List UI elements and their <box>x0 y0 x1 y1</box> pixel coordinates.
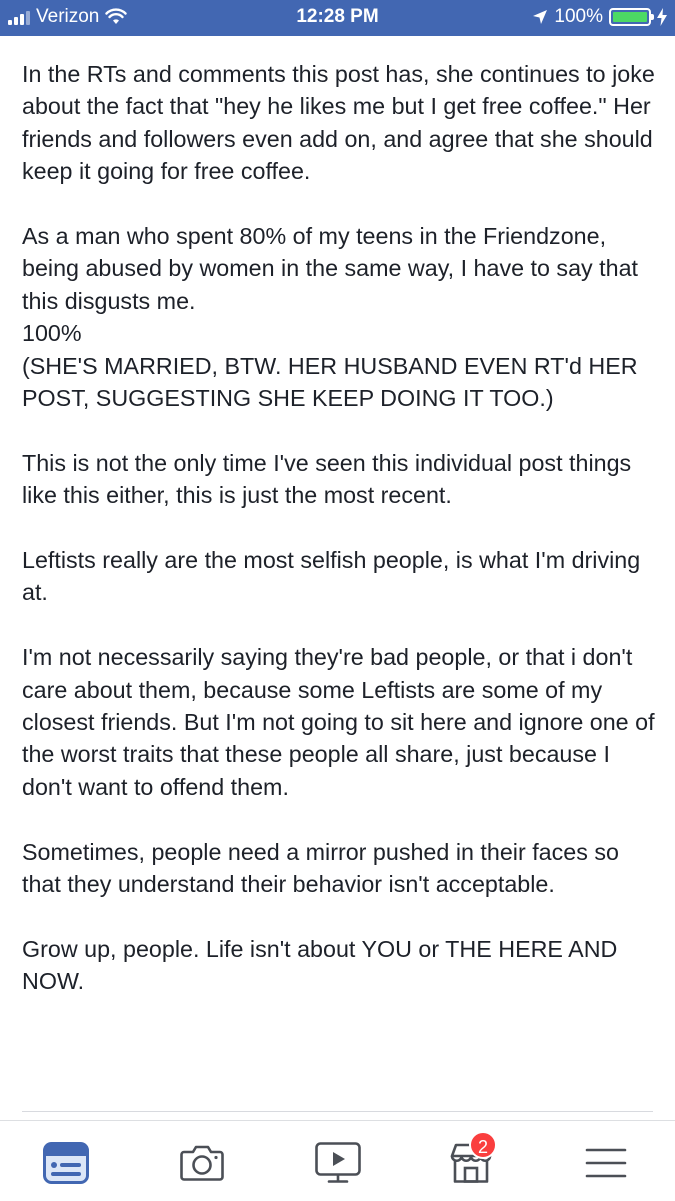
location-arrow-icon <box>533 10 548 24</box>
tab-video[interactable] <box>310 1135 366 1191</box>
marketplace-notification-badge: 2 <box>469 1131 497 1159</box>
status-bar: Verizon 12:28 PM 100% <box>0 0 675 36</box>
post-paragraph: Sometimes, people need a mirror pushed i… <box>22 838 619 898</box>
news-feed-icon <box>43 1142 89 1184</box>
tab-news-feed[interactable] <box>38 1135 94 1191</box>
menu-icon <box>585 1148 627 1178</box>
battery-level-fill <box>613 12 647 22</box>
battery-icon <box>609 8 654 26</box>
camera-icon <box>180 1145 224 1181</box>
post-paragraph: I'm not necessarily saying they're bad p… <box>22 644 655 800</box>
post-paragraph: As a man who spent 80% of my teens in th… <box>22 223 639 412</box>
tab-camera[interactable] <box>174 1135 230 1191</box>
post-paragraph: Leftists really are the most selfish peo… <box>22 547 641 606</box>
post-body: In the RTs and comments this post has, s… <box>22 58 662 1030</box>
post-divider <box>22 1111 653 1112</box>
post-paragraph: Grow up, people. Life isn't about YOU or… <box>22 935 618 995</box>
post-paragraph: In the RTs and comments this post has, s… <box>22 61 655 185</box>
status-bar-right: 100% <box>532 6 667 28</box>
tab-marketplace[interactable]: 2 <box>443 1131 499 1191</box>
battery-percent: 100% <box>554 6 603 27</box>
video-icon <box>315 1142 361 1183</box>
charging-bolt-icon <box>657 8 667 26</box>
post-paragraph: This is not the only time I've seen this… <box>22 449 632 509</box>
tab-menu[interactable] <box>578 1135 634 1191</box>
bottom-tab-bar: 2 <box>0 1120 675 1201</box>
